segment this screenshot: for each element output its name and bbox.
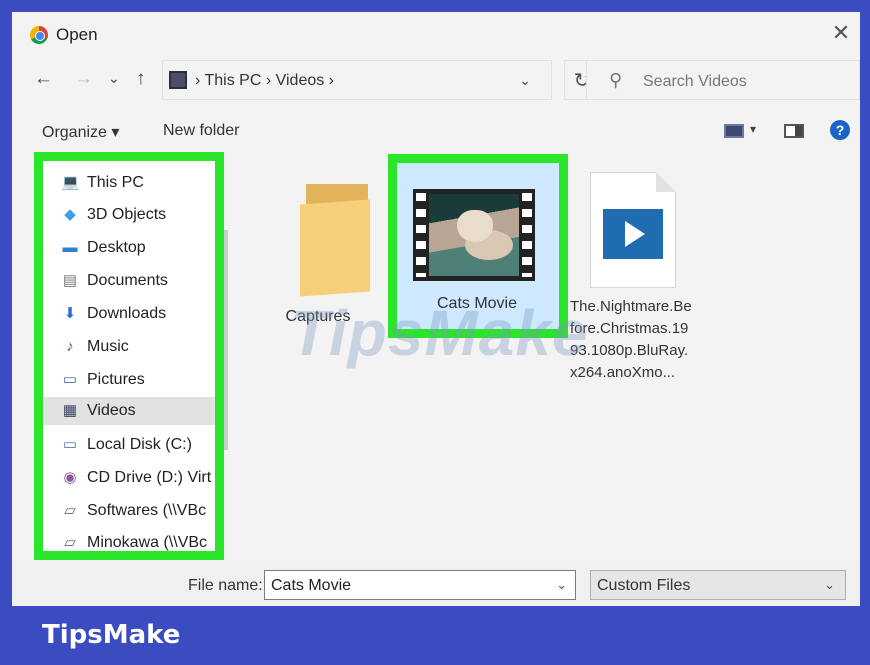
- play-icon: [625, 221, 645, 247]
- sidebar-item-label: 3D Objects: [87, 206, 167, 223]
- chevron-down-icon[interactable]: ⌄: [556, 577, 567, 593]
- sidebar-item-label: Minokawa (\\VBc: [87, 534, 208, 551]
- chevron-down-icon[interactable]: ⌄: [519, 72, 531, 89]
- search-icon: ⚲: [609, 70, 623, 90]
- document-icon: ▤: [62, 272, 78, 289]
- sidebar-item-local-disk[interactable]: ▭ Local Disk (C:): [53, 431, 215, 459]
- navigation-bar: ← → ⌄ ↑ › This PC › Videos › ⌄ ↻ ⚲ Searc…: [12, 58, 860, 104]
- help-icon[interactable]: ?: [830, 120, 850, 140]
- sidebar-item-softwares[interactable]: ▱ Softwares (\\VBc: [53, 497, 215, 525]
- frame-top: [0, 0, 870, 12]
- file-name-bar: File name: Cats Movie ⌄ Custom Files ⌄: [12, 560, 860, 606]
- view-options-icon[interactable]: [724, 124, 744, 138]
- sidebar-item-label: Documents: [87, 272, 168, 289]
- watermark: TipsMake: [290, 297, 589, 369]
- back-button[interactable]: ←: [34, 68, 53, 90]
- view-dropdown-icon[interactable]: ▾: [750, 122, 756, 136]
- folder-front-shape: [300, 199, 370, 297]
- picture-icon: ▭: [62, 371, 78, 388]
- title-bar: Open ✕: [12, 12, 860, 56]
- network-drive-icon: ▱: [64, 534, 76, 551]
- sidebar-item-desktop[interactable]: ▬ Desktop: [53, 234, 215, 262]
- sidebar-item-label: This PC: [87, 174, 144, 191]
- video-file-icon: [603, 209, 663, 259]
- cd-drive-icon: ◉: [63, 469, 77, 486]
- search-input[interactable]: ⚲ Search Videos: [586, 60, 860, 100]
- address-path[interactable]: › This PC › Videos ›: [195, 72, 334, 90]
- frame-right: [860, 0, 870, 606]
- film-perforation: [416, 193, 426, 277]
- videos-folder-icon: [169, 71, 187, 89]
- sidebar-item-label: Pictures: [87, 371, 145, 388]
- file-type-select[interactable]: Custom Files ⌄: [590, 570, 846, 600]
- chrome-icon: [30, 26, 48, 44]
- sidebar-item-label: Softwares (\\VBc: [87, 502, 207, 519]
- film-perforation: [522, 193, 532, 277]
- command-bar: Organize ▾ New folder ▾ ?: [12, 110, 860, 150]
- sidebar-item-pictures[interactable]: ▭ Pictures: [53, 366, 215, 394]
- cat-face-shape: [457, 210, 493, 242]
- sidebar-item-minokawa[interactable]: ▱ Minokawa (\\VBc: [53, 529, 215, 551]
- download-icon: ⬇: [63, 305, 77, 322]
- new-folder-button[interactable]: New folder: [163, 122, 239, 140]
- open-dialog: Open ✕ ← → ⌄ ↑ › This PC › Videos › ⌄ ↻ …: [0, 0, 870, 665]
- computer-icon: 💻: [61, 174, 80, 191]
- cube-icon: ◆: [64, 206, 76, 223]
- sidebar-item-music[interactable]: ♪ Music: [53, 333, 215, 361]
- sidebar-item-label: Desktop: [87, 239, 146, 256]
- sidebar-item-label: CD Drive (D:) Virt: [87, 469, 212, 486]
- search-placeholder: Search Videos: [643, 73, 747, 90]
- file-name-input[interactable]: Cats Movie ⌄: [264, 570, 576, 600]
- recent-locations-icon[interactable]: ⌄: [108, 70, 120, 87]
- close-button[interactable]: ✕: [828, 22, 854, 46]
- network-drive-icon: ▱: [64, 502, 76, 519]
- drive-icon: ▭: [62, 436, 78, 453]
- forward-button[interactable]: →: [74, 68, 93, 90]
- frame-left: [0, 0, 12, 606]
- sidebar-item-label: Local Disk (C:): [87, 436, 192, 453]
- chevron-down-icon[interactable]: ⌄: [824, 577, 835, 593]
- file-label[interactable]: The.Nightmare.Before.Christmas.1993.1080…: [570, 296, 694, 384]
- sidebar-item-downloads[interactable]: ⬇ Downloads: [53, 300, 215, 328]
- sidebar-item-label: Music: [87, 338, 129, 355]
- address-bar[interactable]: › This PC › Videos › ⌄: [162, 60, 552, 100]
- film-icon: ▦: [62, 402, 78, 419]
- file-name-label: File name:: [188, 577, 263, 594]
- brand-logo: TipsMake: [42, 620, 181, 650]
- organize-button[interactable]: Organize ▾: [42, 122, 119, 142]
- sidebar-item-this-pc[interactable]: 💻 This PC: [53, 169, 215, 197]
- music-note-icon: ♪: [66, 338, 74, 355]
- navigation-pane: 💻 This PC ◆ 3D Objects ▬ Desktop ▤ Docum…: [34, 152, 224, 560]
- sidebar-item-3d-objects[interactable]: ◆ 3D Objects: [53, 201, 215, 229]
- file-nightmare[interactable]: [590, 172, 676, 288]
- desktop-icon: ▬: [62, 239, 78, 256]
- sidebar-item-documents[interactable]: ▤ Documents: [53, 267, 215, 295]
- sidebar-item-cd-drive[interactable]: ◉ CD Drive (D:) Virt: [53, 464, 215, 492]
- sidebar-item-label: Downloads: [87, 305, 167, 322]
- preview-pane-icon[interactable]: [784, 124, 804, 138]
- video-thumbnail: [413, 189, 535, 281]
- brand-footer: TipsMake: [0, 606, 870, 665]
- sidebar-item-videos[interactable]: ▦ Videos: [43, 397, 215, 425]
- cat-image: [429, 194, 519, 276]
- file-type-value: Custom Files: [597, 577, 691, 594]
- up-button[interactable]: ↑: [136, 68, 146, 90]
- file-name-value: Cats Movie: [271, 577, 352, 594]
- sidebar-item-label: Videos: [87, 402, 136, 419]
- window-title: Open: [56, 25, 98, 44]
